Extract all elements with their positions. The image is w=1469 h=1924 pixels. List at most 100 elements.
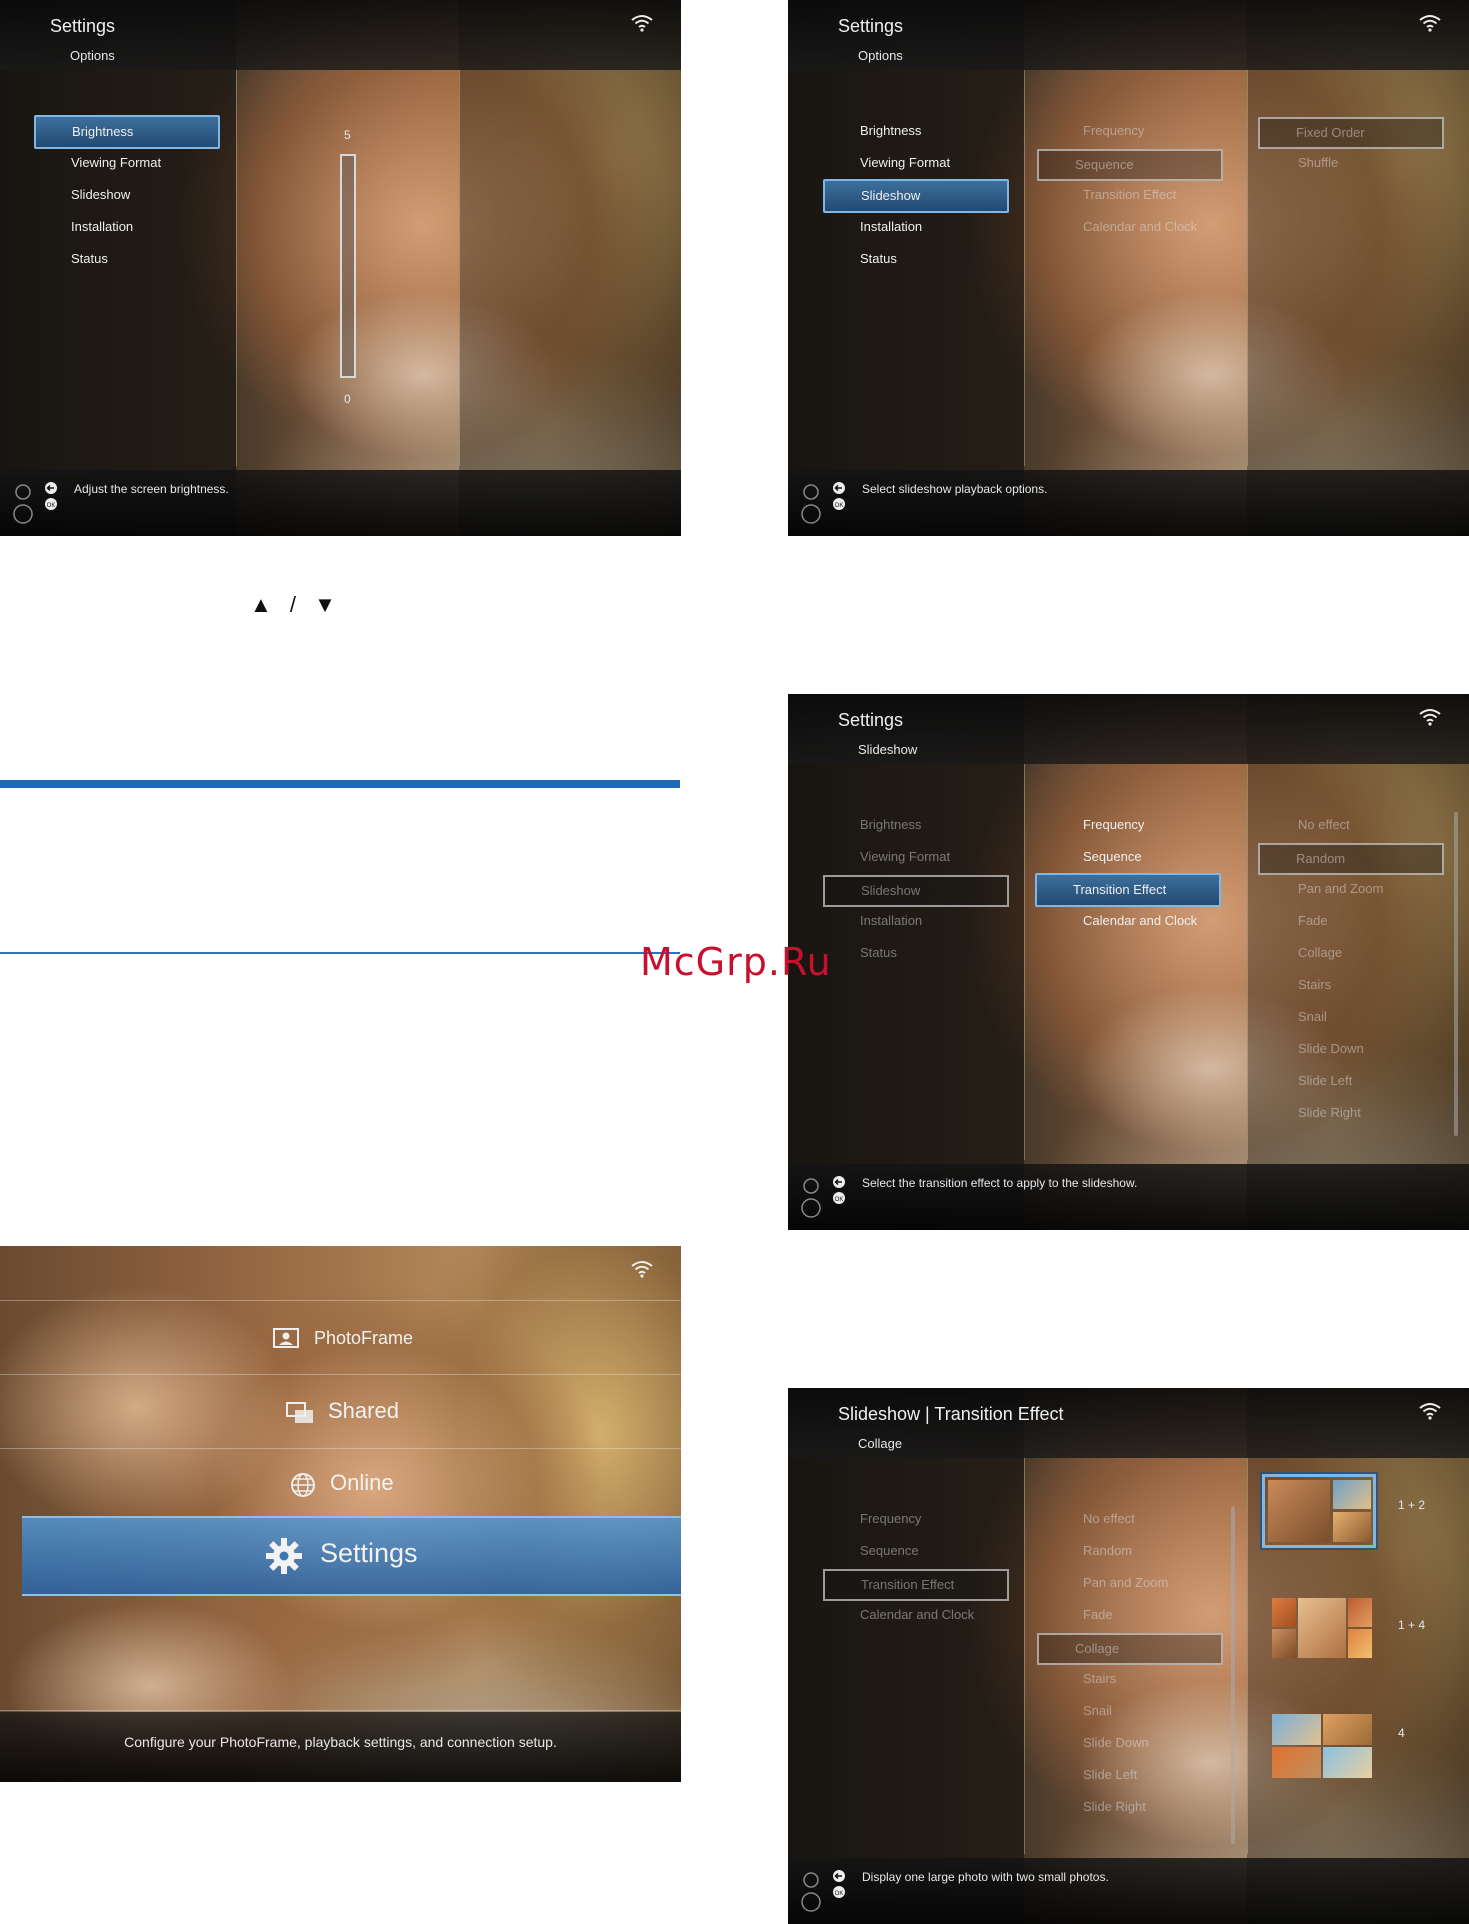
- home-item-photoframe[interactable]: PhotoFrame: [0, 1304, 681, 1376]
- effect-stairs[interactable]: Stairs: [1298, 977, 1331, 992]
- menu-item-viewing-format[interactable]: Viewing Format: [860, 849, 950, 864]
- header-bar: Settings Slideshow: [788, 694, 1469, 764]
- svg-text:OK: OK: [47, 503, 56, 509]
- effect-scrollbar[interactable]: [1454, 812, 1458, 1136]
- effect-slide-down[interactable]: Slide Down: [1298, 1041, 1364, 1056]
- section-rule: [0, 780, 680, 788]
- menu-item-installation[interactable]: Installation: [860, 219, 922, 234]
- svg-text:OK: OK: [835, 503, 844, 509]
- option-shuffle[interactable]: Shuffle: [1298, 155, 1338, 170]
- page-subtitle: Options: [858, 48, 903, 63]
- layout-thumb-1-plus-4[interactable]: [1272, 1598, 1372, 1658]
- menu-item-brightness[interactable]: Brightness: [860, 123, 921, 138]
- home-item-label: Settings: [320, 1538, 418, 1568]
- effect-slide-right[interactable]: Slide Right: [1298, 1105, 1361, 1120]
- submenu-item-transition-effect[interactable]: Transition Effect: [1035, 873, 1221, 907]
- effect-slide-left[interactable]: Slide Left: [1083, 1767, 1137, 1782]
- submenu-item-frequency[interactable]: Frequency: [1083, 817, 1144, 832]
- home-item-label: Online: [330, 1470, 394, 1495]
- effect-random[interactable]: Random: [1083, 1543, 1132, 1558]
- wifi-icon: [1419, 15, 1441, 32]
- submenu-item-sequence[interactable]: Sequence: [1083, 849, 1142, 864]
- help-text: Select the transition effect to apply to…: [862, 1176, 1138, 1190]
- help-bar: OK Select slideshow playback options.: [788, 470, 1469, 536]
- menu-item-slideshow[interactable]: Slideshow: [823, 875, 1009, 907]
- back-ok-icon: OK: [13, 482, 57, 524]
- menu-item-calendar-clock[interactable]: Calendar and Clock: [860, 1607, 974, 1622]
- home-item-online[interactable]: Online: [0, 1450, 681, 1522]
- menu-item-status[interactable]: Status: [860, 945, 897, 960]
- back-ok-icon: OK: [801, 1870, 845, 1912]
- effect-snail[interactable]: Snail: [1298, 1009, 1327, 1024]
- submenu-item-sequence[interactable]: Sequence: [1037, 149, 1223, 181]
- screen-brightness: Settings Options Brightness Viewing Form…: [0, 0, 681, 536]
- svg-text:OK: OK: [835, 1197, 844, 1203]
- effect-slide-down[interactable]: Slide Down: [1083, 1735, 1149, 1750]
- nav-arrows: ▲ / ▼: [250, 592, 342, 617]
- gear-icon: [266, 1538, 302, 1574]
- menu-item-installation[interactable]: Installation: [71, 219, 133, 234]
- screen-transition-effect: Settings Slideshow Brightness Viewing Fo…: [788, 694, 1469, 1230]
- help-bar: OK Display one large photo with two smal…: [788, 1858, 1469, 1924]
- menu-item-frequency[interactable]: Frequency: [860, 1511, 921, 1526]
- wifi-icon: [631, 1261, 653, 1278]
- menu-item-status[interactable]: Status: [860, 251, 897, 266]
- wifi-icon: [1419, 1403, 1441, 1420]
- menu-item-slideshow[interactable]: Slideshow: [71, 187, 130, 202]
- menu-item-brightness[interactable]: Brightness: [860, 817, 921, 832]
- screen-collage: Slideshow | Transition Effect Collage Fr…: [788, 1388, 1469, 1924]
- effect-pan-and-zoom[interactable]: Pan and Zoom: [1083, 1575, 1168, 1590]
- help-text: Configure your PhotoFrame, playback sett…: [124, 1734, 557, 1750]
- option-fixed-order[interactable]: Fixed Order: [1258, 117, 1444, 149]
- home-item-label: PhotoFrame: [314, 1328, 414, 1348]
- layout-thumb-1-plus-2[interactable]: [1262, 1474, 1376, 1548]
- effect-snail[interactable]: Snail: [1083, 1703, 1112, 1718]
- effect-scrollbar[interactable]: [1231, 1506, 1235, 1844]
- menu-item-viewing-format[interactable]: Viewing Format: [860, 155, 950, 170]
- menu-item-sequence[interactable]: Sequence: [860, 1543, 919, 1558]
- slider-min-label: 0: [344, 392, 351, 406]
- screen-home: PhotoFrame Shared Online Settings Config…: [0, 1246, 681, 1782]
- menu-item-status[interactable]: Status: [71, 251, 108, 266]
- menu-panel: [788, 0, 1024, 536]
- menu-item-slideshow[interactable]: Slideshow: [823, 179, 1009, 213]
- header-bar: Settings Options: [0, 0, 681, 70]
- brightness-slider[interactable]: [340, 154, 356, 378]
- page-subtitle: Slideshow: [858, 742, 918, 757]
- effect-fade[interactable]: Fade: [1298, 913, 1328, 928]
- menu-item-installation[interactable]: Installation: [860, 913, 922, 928]
- back-ok-icon: OK: [801, 1176, 845, 1218]
- submenu-item-frequency[interactable]: Frequency: [1083, 123, 1144, 138]
- page-title: Settings: [50, 16, 116, 36]
- menu-item-transition-effect[interactable]: Transition Effect: [823, 1569, 1009, 1601]
- submenu-item-calendar-clock[interactable]: Calendar and Clock: [1083, 219, 1197, 234]
- layout-label-4: 4: [1398, 1726, 1405, 1740]
- page-subtitle: Collage: [858, 1436, 903, 1451]
- effect-slide-left[interactable]: Slide Left: [1298, 1073, 1352, 1088]
- page-subtitle: Options: [70, 48, 115, 63]
- layout-label-1-plus-2: 1 + 2: [1398, 1498, 1426, 1512]
- help-text: Adjust the screen brightness.: [74, 482, 229, 496]
- submenu-item-calendar-clock[interactable]: Calendar and Clock: [1083, 913, 1197, 928]
- help-bar: OK Adjust the screen brightness.: [0, 470, 681, 536]
- effect-fade[interactable]: Fade: [1083, 1607, 1113, 1622]
- home-item-settings[interactable]: Settings: [22, 1516, 681, 1596]
- effect-slide-right[interactable]: Slide Right: [1083, 1799, 1146, 1814]
- wifi-icon: [1419, 709, 1441, 726]
- effect-random[interactable]: Random: [1258, 843, 1444, 875]
- menu-item-viewing-format[interactable]: Viewing Format: [71, 155, 161, 170]
- help-bar: Configure your PhotoFrame, playback sett…: [0, 1712, 681, 1782]
- layout-thumb-4[interactable]: [1272, 1714, 1372, 1778]
- effect-no-effect[interactable]: No effect: [1083, 1511, 1135, 1526]
- svg-text:OK: OK: [835, 1891, 844, 1897]
- effect-collage[interactable]: Collage: [1298, 945, 1342, 960]
- effect-pan-and-zoom[interactable]: Pan and Zoom: [1298, 881, 1383, 896]
- effect-no-effect[interactable]: No effect: [1298, 817, 1350, 832]
- help-text: Display one large photo with two small p…: [862, 1870, 1109, 1884]
- home-item-shared[interactable]: Shared: [0, 1376, 681, 1448]
- effect-stairs[interactable]: Stairs: [1083, 1671, 1116, 1686]
- effect-collage[interactable]: Collage: [1037, 1633, 1223, 1665]
- menu-item-brightness[interactable]: Brightness: [34, 115, 220, 149]
- section-rule-thin: [0, 952, 680, 954]
- submenu-item-transition-effect[interactable]: Transition Effect: [1083, 187, 1176, 202]
